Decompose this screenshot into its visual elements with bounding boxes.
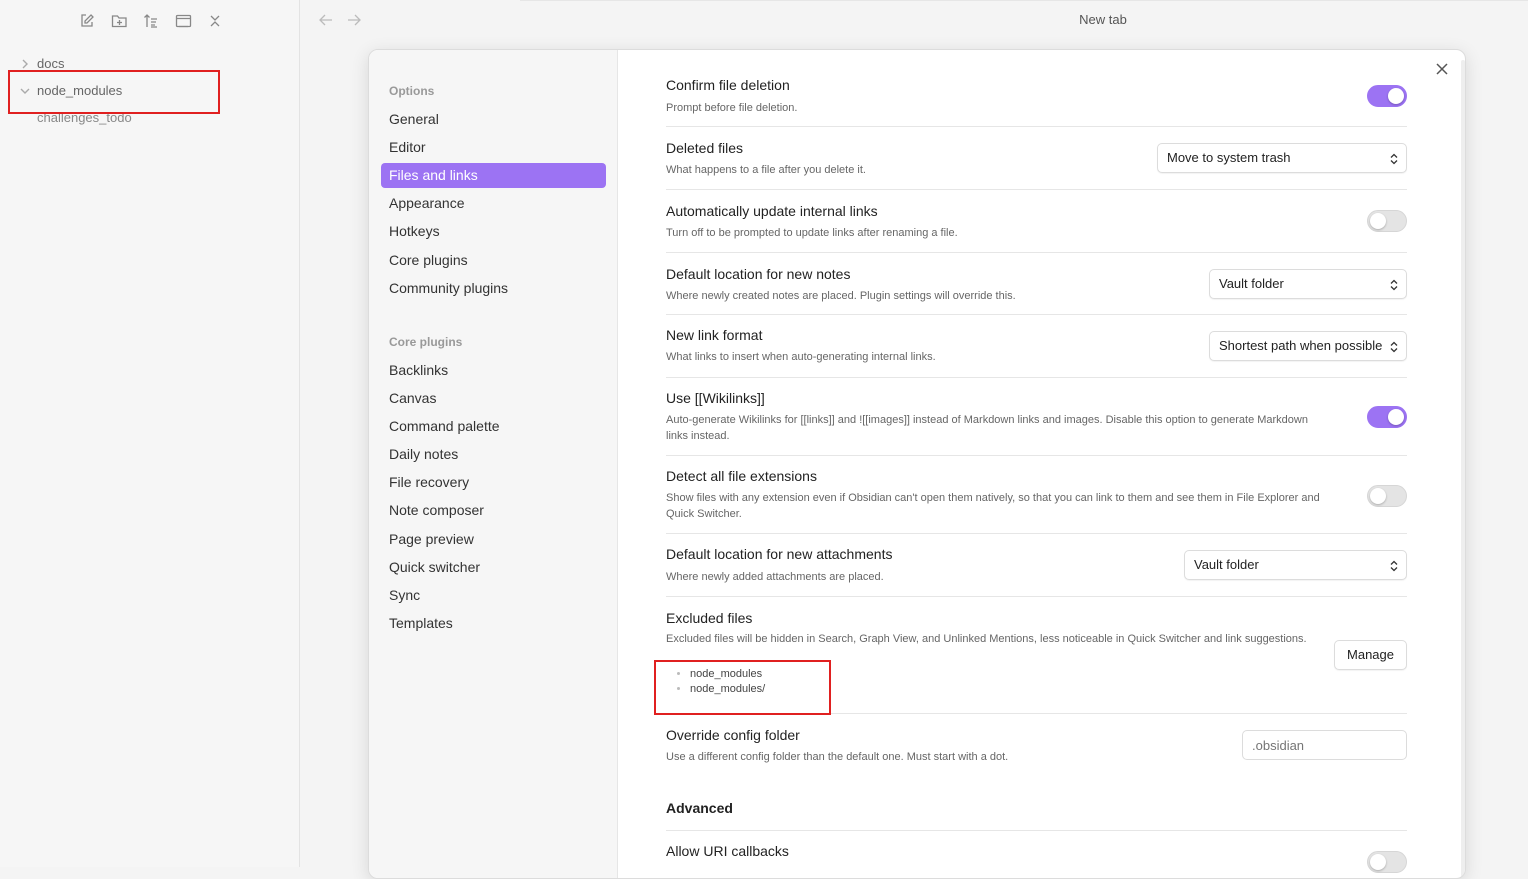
advanced-heading: Advanced xyxy=(666,800,733,816)
setting-name: New link format xyxy=(666,327,763,343)
setting-name: Allow URI callbacks xyxy=(666,843,789,859)
select-arrows-icon xyxy=(1390,551,1398,584)
toggle-knob xyxy=(1388,409,1404,425)
tree-item-docs[interactable]: docs xyxy=(0,50,300,77)
attachments-location-select[interactable]: Vault folder xyxy=(1184,550,1407,580)
sidebar-item-canvas[interactable]: Canvas xyxy=(381,386,606,411)
sidebar-item-daily-notes[interactable]: Daily notes xyxy=(381,442,606,467)
tab-bar: New tab xyxy=(300,0,1528,40)
select-arrows-icon xyxy=(1390,144,1398,177)
auto-update-links-toggle[interactable] xyxy=(1367,210,1407,232)
tree-item-label: challenges_todo xyxy=(37,110,132,125)
tree-item-label: docs xyxy=(37,56,65,71)
file-extensions-toggle[interactable] xyxy=(1367,485,1407,507)
setting-auto-update-links: Automatically update internal links Turn… xyxy=(666,190,1407,253)
tree-item-challenges-todo[interactable]: challenges_todo xyxy=(0,104,300,131)
setting-name: Deleted files xyxy=(666,140,744,156)
sidebar-item-general[interactable]: General xyxy=(381,107,606,132)
select-arrows-icon xyxy=(1390,332,1398,365)
file-tree: docs node_modules challenges_todo xyxy=(0,50,300,131)
setting-uri-callbacks: Allow URI callbacks xyxy=(666,831,1407,878)
chevron-down-icon xyxy=(19,77,31,104)
setting-name: Detect all file extensions xyxy=(666,468,817,484)
sidebar-item-page-preview[interactable]: Page preview xyxy=(381,527,606,552)
sidebar-item-hotkeys[interactable]: Hotkeys xyxy=(381,219,606,244)
tab-divider xyxy=(520,0,1528,1)
setting-link-format: New link format What links to insert whe… xyxy=(666,315,1407,378)
setting-desc: Auto-generate Wikilinks for [[links]] an… xyxy=(666,414,1308,442)
setting-desc: Excluded files will be hidden in Search,… xyxy=(666,633,1307,645)
setting-name: Automatically update internal links xyxy=(666,203,878,219)
chevron-right-icon xyxy=(19,50,31,77)
setting-name: Default location for new attachments xyxy=(666,546,893,562)
config-folder-input[interactable] xyxy=(1242,730,1407,760)
setting-config-folder: Override config folder Use a different c… xyxy=(666,714,1407,794)
deleted-files-select[interactable]: Move to system trash xyxy=(1157,143,1407,173)
core-plugins-heading: Core plugins xyxy=(389,335,463,349)
advanced-section: Advanced xyxy=(666,794,1407,831)
setting-file-extensions: Detect all file extensions Show files wi… xyxy=(666,456,1407,534)
toggle-knob xyxy=(1370,488,1386,504)
uri-callbacks-toggle[interactable] xyxy=(1367,851,1407,873)
sidebar-item-community-plugins[interactable]: Community plugins xyxy=(381,276,606,301)
tree-item-node-modules[interactable]: node_modules xyxy=(0,77,300,104)
setting-confirm-deletion: Confirm file deletion Prompt before file… xyxy=(666,50,1407,127)
sidebar-item-note-composer[interactable]: Note composer xyxy=(381,498,606,523)
scrollbar[interactable] xyxy=(1461,60,1465,878)
new-folder-icon[interactable] xyxy=(108,10,130,32)
setting-deleted-files: Deleted files What happens to a file aft… xyxy=(666,127,1407,190)
explorer-toolbar xyxy=(76,10,226,32)
sidebar-item-appearance[interactable]: Appearance xyxy=(381,191,606,216)
setting-name: Default location for new notes xyxy=(666,266,851,282)
select-arrows-icon xyxy=(1390,270,1398,303)
excluded-file-item: node_modules xyxy=(690,667,765,682)
new-note-icon[interactable] xyxy=(76,10,98,32)
toggle-knob xyxy=(1370,213,1386,229)
select-value: Shortest path when possible xyxy=(1219,338,1383,353)
setting-name: Excluded files xyxy=(666,610,753,626)
sidebar-item-editor[interactable]: Editor xyxy=(381,135,606,160)
sidebar-item-backlinks[interactable]: Backlinks xyxy=(381,358,606,383)
setting-wikilinks: Use [[Wikilinks]] Auto-generate Wikilink… xyxy=(666,378,1407,456)
toggle-knob xyxy=(1388,88,1404,104)
excluded-files-list: node_modules node_modules/ xyxy=(676,667,765,697)
options-heading: Options xyxy=(389,84,435,98)
excluded-file-item: node_modules/ xyxy=(690,682,765,697)
sidebar-item-sync[interactable]: Sync xyxy=(381,583,606,608)
setting-name: Confirm file deletion xyxy=(666,77,790,93)
collapse-icon[interactable] xyxy=(204,10,226,32)
settings-sidebar: Options General Editor Files and links A… xyxy=(369,50,618,878)
tree-item-label: node_modules xyxy=(37,83,123,98)
setting-desc: Turn off to be prompted to update links … xyxy=(666,227,958,239)
sidebar-item-command-palette[interactable]: Command palette xyxy=(381,414,606,439)
setting-desc: Prompt before file deletion. xyxy=(666,102,798,114)
file-explorer: docs node_modules challenges_todo xyxy=(0,0,300,867)
setting-name: Override config folder xyxy=(666,727,800,743)
select-value: Vault folder xyxy=(1219,276,1284,291)
select-value: Move to system trash xyxy=(1167,150,1291,165)
select-value: Vault folder xyxy=(1194,557,1259,572)
setting-desc: Use a different config folder than the d… xyxy=(666,751,1009,763)
setting-new-notes-location: Default location for new notes Where new… xyxy=(666,253,1407,315)
wikilinks-toggle[interactable] xyxy=(1367,406,1407,428)
toggle-knob xyxy=(1370,854,1386,870)
setting-desc: Show files with any extension even if Ob… xyxy=(666,492,1320,520)
tab-title: New tab xyxy=(1079,12,1127,27)
setting-name: Use [[Wikilinks]] xyxy=(666,390,765,406)
sidebar-item-files-and-links[interactable]: Files and links xyxy=(381,163,606,188)
close-icon[interactable] xyxy=(1431,58,1453,80)
setting-excluded-files: Excluded files Excluded files will be hi… xyxy=(666,597,1407,714)
sort-icon[interactable] xyxy=(140,10,162,32)
confirm-deletion-toggle[interactable] xyxy=(1367,85,1407,107)
collapse-all-icon[interactable] xyxy=(172,10,194,32)
setting-attachments-location: Default location for new attachments Whe… xyxy=(666,534,1407,597)
sidebar-item-templates[interactable]: Templates xyxy=(381,611,606,636)
settings-modal: Options General Editor Files and links A… xyxy=(368,49,1466,879)
sidebar-item-file-recovery[interactable]: File recovery xyxy=(381,470,606,495)
manage-button[interactable]: Manage xyxy=(1334,640,1407,670)
sidebar-item-core-plugins[interactable]: Core plugins xyxy=(381,248,606,273)
new-notes-location-select[interactable]: Vault folder xyxy=(1209,269,1407,299)
sidebar-item-quick-switcher[interactable]: Quick switcher xyxy=(381,555,606,580)
link-format-select[interactable]: Shortest path when possible xyxy=(1209,331,1407,361)
